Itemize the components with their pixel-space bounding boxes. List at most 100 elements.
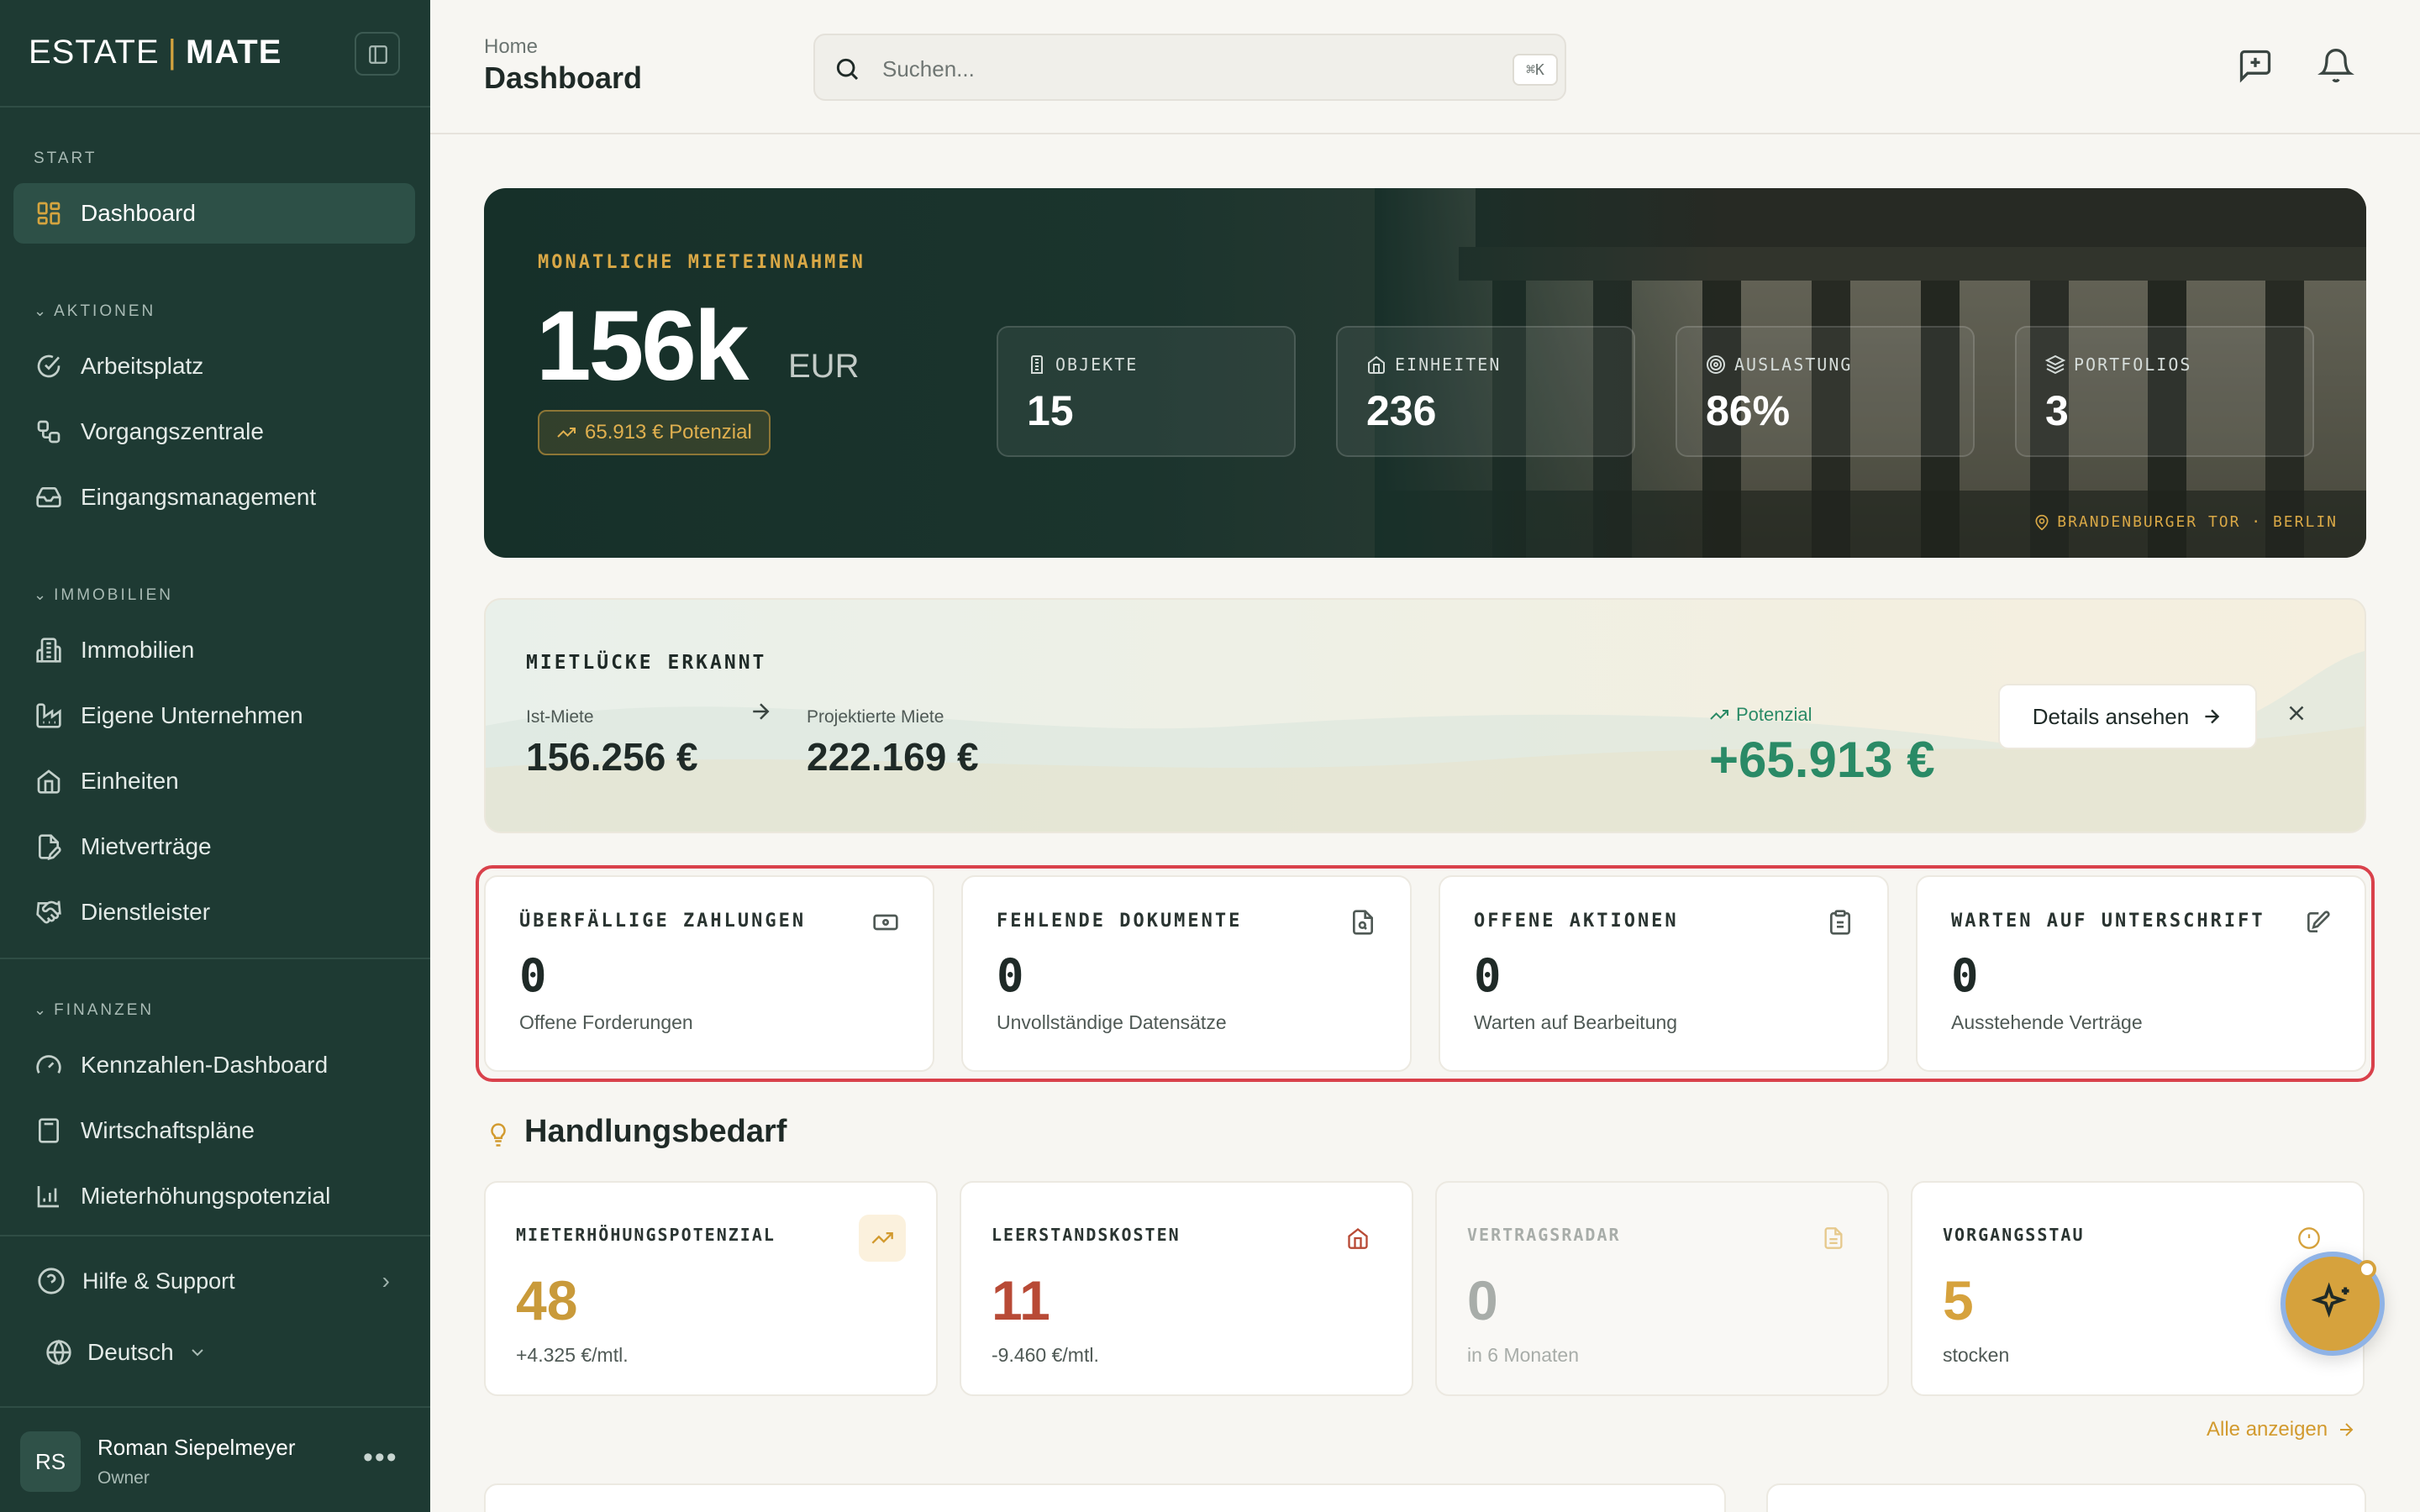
- section-label-finanzen[interactable]: ⌄ FINANZEN: [34, 1001, 154, 1020]
- user-profile[interactable]: RS Roman Siepelmeyer Owner •••: [0, 1408, 430, 1512]
- language-label: Deutsch: [87, 1339, 174, 1365]
- alert-value: 0: [1951, 949, 1979, 1002]
- arrow-right-icon: [2340, 1423, 2354, 1436]
- close-icon[interactable]: [2284, 701, 2309, 726]
- sidebar-divider: [0, 958, 430, 959]
- notification-dot: [2358, 1260, 2376, 1278]
- layers-icon: [2045, 354, 2065, 375]
- stat-card-einheiten[interactable]: EINHEITEN 236: [1336, 326, 1635, 457]
- brand-logo[interactable]: ESTATE | MATE: [29, 34, 281, 71]
- sidebar-item-mieterhoehungspotenzial[interactable]: Mieterhöhungspotenzial: [13, 1166, 415, 1226]
- alert-card-open-actions[interactable]: OFFENE AKTIONEN 0 Warten auf Bearbeitung: [1439, 875, 1889, 1072]
- action-value: 5: [1943, 1269, 1974, 1331]
- sidebar-item-dienstleister[interactable]: Dienstleister: [13, 882, 415, 942]
- document-icon: [1810, 1215, 1857, 1262]
- show-all-link[interactable]: Alle anzeigen: [2207, 1418, 2356, 1441]
- section-label-immobilien[interactable]: ⌄ IMMOBILIEN: [34, 586, 173, 605]
- breadcrumb[interactable]: Home: [484, 35, 538, 59]
- section-label-text: AKTIONEN: [54, 302, 156, 320]
- bottom-panel-left: [484, 1483, 1726, 1512]
- sidebar-item-mietvertraege[interactable]: Mietverträge: [13, 816, 415, 877]
- language-select[interactable]: Deutsch: [45, 1339, 208, 1366]
- alert-label: ÜBERFÄLLIGE ZAHLUNGEN: [519, 911, 807, 932]
- section-label-aktionen[interactable]: ⌄ AKTIONEN: [34, 302, 155, 321]
- search-input[interactable]: [882, 52, 1454, 86]
- potential-text: 65.913 € Potenzial: [585, 421, 752, 444]
- stat-value: 15: [1027, 387, 1074, 434]
- stat-card-objekte[interactable]: OBJEKTE 15: [997, 326, 1296, 457]
- stat-value: 3: [2045, 387, 2069, 434]
- action-label: VERTRAGSRADAR: [1467, 1225, 1621, 1245]
- message-plus-icon[interactable]: [2237, 47, 2274, 84]
- bottom-panel-right: [1766, 1483, 2366, 1512]
- alert-label: WARTEN AUF UNTERSCHRIFT: [1951, 911, 2265, 932]
- sidebar-item-wirtschaftsplaene[interactable]: Wirtschaftspläne: [13, 1100, 415, 1161]
- sidebar-item-vorgangszentrale[interactable]: Vorgangszentrale: [13, 402, 415, 462]
- alert-value: 0: [519, 949, 547, 1002]
- projected-rent-value: 222.169 €: [807, 735, 979, 779]
- section-label-text: FINANZEN: [54, 1001, 155, 1019]
- current-rent-label: Ist-Miete: [526, 707, 594, 727]
- alert-label: OFFENE AKTIONEN: [1474, 911, 1679, 932]
- action-label: LEERSTANDSKOSTEN: [992, 1225, 1181, 1245]
- section-label-start: START: [34, 150, 97, 167]
- sidebar-item-kennzahlen[interactable]: Kennzahlen-Dashboard: [13, 1035, 415, 1095]
- show-all-label: Alle anzeigen: [2207, 1418, 2328, 1441]
- more-horizontal-icon[interactable]: •••: [363, 1441, 398, 1474]
- stat-label-text: OBJEKTE: [1055, 354, 1139, 375]
- stat-label-text: AUSLASTUNG: [1734, 354, 1853, 375]
- sidebar-divider: [0, 106, 430, 108]
- sidebar-item-dashboard[interactable]: Dashboard: [13, 183, 415, 244]
- workflow-icon: [37, 420, 60, 444]
- inbox-icon: [36, 487, 61, 507]
- alert-value: 0: [1474, 949, 1502, 1002]
- sidebar-item-label: Wirtschaftspläne: [81, 1117, 255, 1143]
- alert-card-overdue-payments[interactable]: ÜBERFÄLLIGE ZAHLUNGEN 0 Offene Forderung…: [484, 875, 934, 1072]
- alert-sub: Warten auf Bearbeitung: [1474, 1011, 1678, 1033]
- alert-card-missing-documents[interactable]: FEHLENDE DOKUMENTE 0 Unvollständige Date…: [961, 875, 1412, 1072]
- banknote-icon: [873, 914, 898, 931]
- sidebar-item-label: Einheiten: [81, 768, 179, 794]
- bell-icon[interactable]: [2317, 47, 2354, 84]
- sidebar-item-label: Mieterhöhungspotenzial: [81, 1183, 331, 1209]
- sidebar-item-arbeitsplatz[interactable]: Arbeitsplatz: [13, 336, 415, 396]
- stat-label: PORTFOLIOS: [2045, 354, 2191, 375]
- sidebar-item-label: Eigene Unternehmen: [81, 702, 303, 728]
- action-value: 11: [992, 1269, 1050, 1331]
- user-role: Owner: [97, 1468, 150, 1488]
- globe-icon: [46, 1339, 71, 1366]
- help-support-link[interactable]: Hilfe & Support ›: [37, 1267, 390, 1295]
- potential-label-text: Potenzial: [1736, 704, 1812, 725]
- help-circle-icon: [38, 1268, 65, 1294]
- signature-icon: [2307, 911, 2330, 932]
- details-button[interactable]: Details ansehen: [1998, 684, 2257, 749]
- search-shortcut: ⌘K: [1512, 54, 1558, 86]
- trending-up-icon: [1710, 710, 1728, 720]
- rent-gap-title: MIETLÜCKE ERKANNT: [526, 652, 767, 674]
- brand-separator: |: [167, 34, 178, 71]
- home-icon: [1334, 1215, 1381, 1262]
- rent-gap-banner: MIETLÜCKE ERKANNT Ist-Miete 156.256 € Pr…: [484, 598, 2366, 833]
- stat-card-portfolios[interactable]: PORTFOLIOS 3: [2015, 326, 2314, 457]
- sparkles-icon: [2311, 1282, 2349, 1318]
- gauge-icon: [36, 1055, 61, 1074]
- sidebar-toggle-button[interactable]: [355, 32, 400, 76]
- action-card-contract-radar[interactable]: VERTRAGSRADAR 0 in 6 Monaten: [1435, 1181, 1889, 1396]
- stat-label: AUSLASTUNG: [1706, 354, 1852, 375]
- action-card-rent-increase[interactable]: MIETERHÖHUNGSPOTENZIAL 48 +4.325 €/mtl.: [484, 1181, 938, 1396]
- alert-card-awaiting-signature[interactable]: WARTEN AUF UNTERSCHRIFT 0 Ausstehende Ve…: [1916, 875, 2366, 1072]
- sidebar: ESTATE | MATE START Dashboard ⌄ AKTIONEN Ar…: [0, 0, 430, 1512]
- brand-part1: ESTATE: [29, 34, 160, 71]
- sidebar-item-immobilien[interactable]: Immobilien: [13, 620, 415, 680]
- sidebar-item-eigene-unternehmen[interactable]: Eigene Unternehmen: [13, 685, 415, 746]
- current-rent-value: 156.256 €: [526, 735, 698, 779]
- details-button-label: Details ansehen: [2032, 703, 2190, 729]
- action-card-vacancy-costs[interactable]: LEERSTANDSKOSTEN 11 -9.460 €/mtl.: [960, 1181, 1413, 1396]
- stat-card-auslastung[interactable]: AUSLASTUNG 86%: [1676, 326, 1975, 457]
- alert-sub: Unvollständige Datensätze: [997, 1011, 1227, 1033]
- sidebar-item-eingangsmanagement[interactable]: Eingangsmanagement: [13, 467, 415, 528]
- trending-up-icon: [859, 1215, 906, 1262]
- alert-sub: Ausstehende Verträge: [1951, 1011, 2143, 1033]
- search-box[interactable]: ⌘K: [813, 34, 1566, 101]
- sidebar-item-einheiten[interactable]: Einheiten: [13, 751, 415, 811]
